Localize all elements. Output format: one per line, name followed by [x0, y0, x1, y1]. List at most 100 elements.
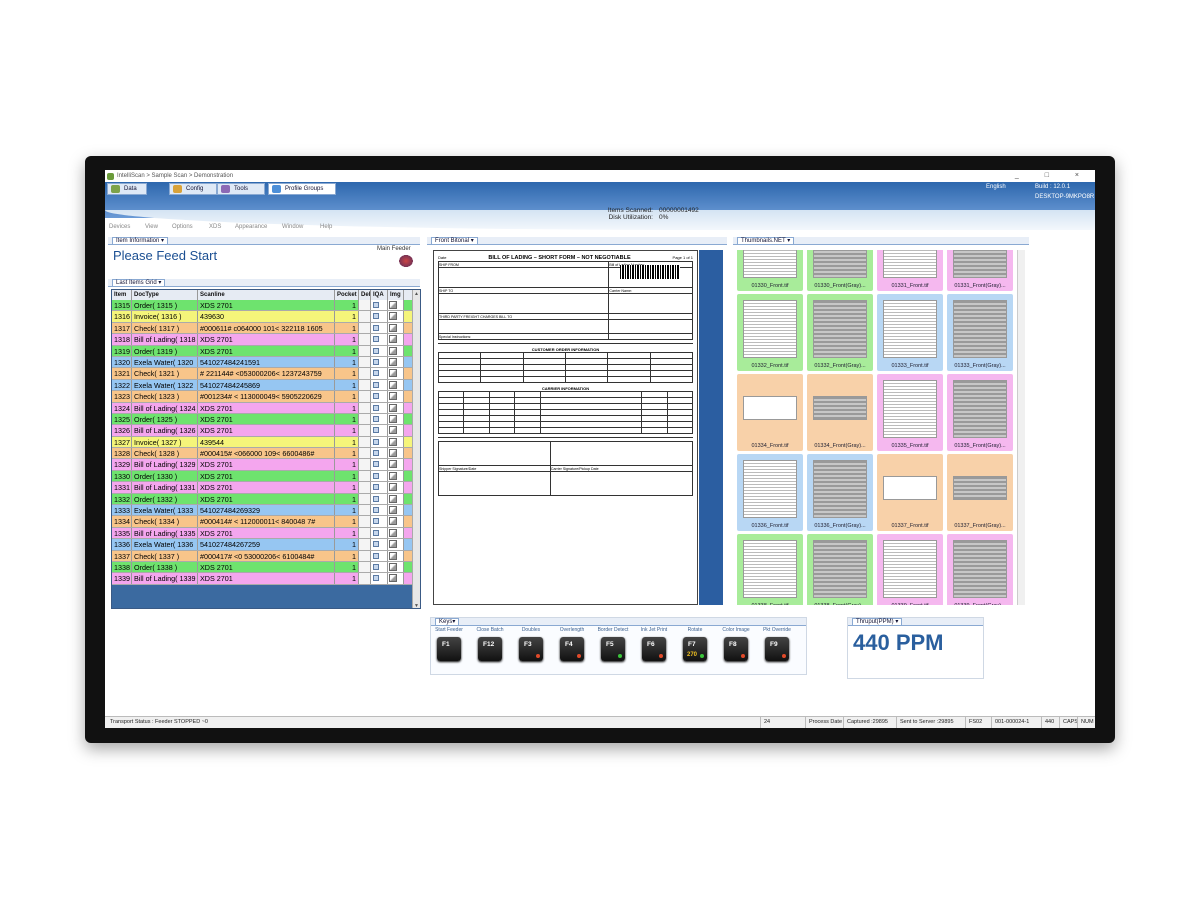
thumbnail[interactable]: 01339_Front.tif [877, 534, 943, 605]
iqa-icon[interactable] [371, 379, 388, 391]
table-row[interactable]: 1332 Order( 1332 ) XDS 2701 1 [112, 493, 420, 506]
image-icon[interactable] [388, 391, 404, 402]
table-row[interactable]: 1322 Exela Water( 1322 541027484245869 1 [112, 379, 420, 392]
image-icon[interactable] [388, 322, 404, 334]
thumbnail[interactable]: 01332_Front.tif [737, 294, 803, 371]
table-row[interactable]: 1316 Invoice( 1316 ) 439630 1 [112, 311, 420, 323]
thumbnail[interactable]: 01331_Front.tif [877, 250, 943, 291]
iqa-icon[interactable] [371, 311, 388, 322]
thumbnail[interactable]: 01337_Front(Gray)... [947, 454, 1013, 531]
thumbnail-scrollbar[interactable] [1017, 250, 1025, 605]
maximize-button[interactable]: □ [1045, 172, 1061, 179]
iqa-icon[interactable] [371, 505, 388, 516]
iqa-icon[interactable] [371, 356, 388, 368]
iqa-icon[interactable] [371, 391, 388, 402]
thumbnail[interactable]: 01335_Front.tif [877, 374, 943, 451]
table-row[interactable]: 1334 Check( 1334 ) #000414# < 112000011< 8… [112, 516, 420, 528]
table-row[interactable]: 1335 Bill of Lading( 1335 XDS 2701 1 [112, 527, 420, 540]
iqa-icon[interactable] [371, 322, 388, 334]
function-key-f4[interactable]: F4 [560, 637, 584, 661]
image-icon[interactable] [388, 425, 404, 436]
table-row[interactable]: 1323 Check( 1323 ) #001234# < 113000049< 5… [112, 391, 420, 403]
image-icon[interactable] [388, 345, 404, 356]
image-icon[interactable] [388, 527, 404, 539]
close-button[interactable]: × [1075, 172, 1091, 179]
iqa-icon[interactable] [371, 539, 388, 550]
window-controls[interactable]: _ □ × [1015, 170, 1091, 182]
image-icon[interactable] [388, 436, 404, 448]
iqa-icon[interactable] [371, 368, 388, 379]
image-icon[interactable] [388, 311, 404, 322]
thumbnail[interactable]: 01334_Front(Gray)... [807, 374, 873, 451]
thumbnail[interactable]: 01338_Front.tif [737, 534, 803, 605]
col-item[interactable]: Item [112, 290, 132, 300]
function-key-f3[interactable]: F3 [519, 637, 543, 661]
col-img[interactable]: Img [388, 290, 404, 300]
image-icon[interactable] [388, 402, 404, 413]
iqa-icon[interactable] [371, 516, 388, 527]
iqa-icon[interactable] [371, 413, 388, 425]
table-row[interactable]: 1330 Order( 1330 ) XDS 2701 1 [112, 470, 420, 483]
thumbnail[interactable]: 01333_Front.tif [877, 294, 943, 371]
thumbnail[interactable]: 01332_Front(Gray)... [807, 294, 873, 371]
thumbnail[interactable]: 01331_Front(Gray)... [947, 250, 1013, 291]
thumbnails-tab[interactable]: Thumbnails.NET ▾ [737, 237, 795, 244]
item-info-tab[interactable]: Item Information ▾ [112, 237, 169, 244]
table-row[interactable]: 1336 Exela Water( 1336 541027484267259 1 [112, 539, 420, 551]
iqa-icon[interactable] [371, 573, 388, 584]
menu-window[interactable]: Window [282, 224, 303, 230]
minimize-button[interactable]: _ [1015, 172, 1031, 179]
keys-tab[interactable]: Keys▾ [435, 618, 460, 625]
menu-xds[interactable]: XDS [209, 224, 221, 230]
iqa-icon[interactable] [371, 345, 388, 356]
col-scanline[interactable]: Scanline [198, 290, 335, 300]
table-row[interactable]: 1337 Check( 1337 ) #000417# <0 53000206< 6… [112, 550, 420, 562]
thumbnail[interactable]: 01335_Front(Gray)... [947, 374, 1013, 451]
iqa-icon[interactable] [371, 550, 388, 561]
table-row[interactable]: 1339 Bill of Lading( 1339 XDS 2701 1 [112, 573, 420, 585]
iqa-icon[interactable] [371, 561, 388, 573]
function-key-f1[interactable]: F1 [437, 637, 461, 661]
iqa-icon[interactable] [371, 448, 388, 459]
table-row[interactable]: 1320 Exela Water( 1320 541027484241591 1 [112, 356, 420, 369]
image-icon[interactable] [388, 516, 404, 527]
tab-config[interactable]: Config [169, 183, 217, 195]
function-key-f12[interactable]: F12 [478, 637, 502, 661]
function-key-f8[interactable]: F8 [724, 637, 748, 661]
menu-options[interactable]: Options [172, 224, 193, 230]
image-icon[interactable] [388, 379, 404, 391]
image-icon[interactable] [388, 573, 404, 584]
iqa-icon[interactable] [371, 300, 388, 311]
iqa-icon[interactable] [371, 402, 388, 413]
function-key-f9[interactable]: F9 [765, 637, 789, 661]
last-items-grid-tab[interactable]: Last Items Grid ▾ [112, 279, 166, 286]
table-row[interactable]: 1325 Order( 1325 ) XDS 2701 1 [112, 413, 420, 426]
function-key-f5[interactable]: F5 [601, 637, 625, 661]
iqa-icon[interactable] [371, 436, 388, 448]
iqa-icon[interactable] [371, 482, 388, 493]
image-icon[interactable] [388, 539, 404, 550]
table-row[interactable]: 1318 Bill of Lading( 1318 XDS 2701 1 [112, 334, 420, 346]
menu-view[interactable]: View [145, 224, 158, 230]
table-row[interactable]: 1327 Invoice( 1327 ) 439544 1 [112, 436, 420, 449]
menu-help[interactable]: Help [320, 224, 332, 230]
image-icon[interactable] [388, 493, 404, 505]
table-row[interactable]: 1319 Order( 1319 ) XDS 2701 1 [112, 345, 420, 357]
col-iqa[interactable]: IQA [371, 290, 388, 300]
table-row[interactable]: 1315 Order( 1315 ) XDS 2701 1 [112, 300, 420, 312]
image-icon[interactable] [388, 550, 404, 561]
thumbnail[interactable]: 01337_Front.tif [877, 454, 943, 531]
table-row[interactable]: 1331 Bill of Lading( 1331 XDS 2701 1 [112, 482, 420, 494]
table-row[interactable]: 1328 Check( 1328 ) #000415# <066000 109< 6… [112, 448, 420, 460]
scroll-down-icon[interactable]: ▼ [414, 603, 419, 608]
image-icon[interactable] [388, 448, 404, 459]
function-key-f7[interactable]: F7 270 [683, 637, 707, 661]
image-icon[interactable] [388, 300, 404, 311]
grid-scrollbar[interactable]: ▲ ▼ [412, 290, 420, 608]
image-icon[interactable] [388, 368, 404, 379]
iqa-icon[interactable] [371, 470, 388, 482]
thumbnail[interactable]: 01336_Front(Gray)... [807, 454, 873, 531]
image-icon[interactable] [388, 505, 404, 516]
image-icon[interactable] [388, 470, 404, 482]
last-items-grid[interactable]: Item DocType Scanline Pocket Del IQA Img… [111, 289, 421, 609]
